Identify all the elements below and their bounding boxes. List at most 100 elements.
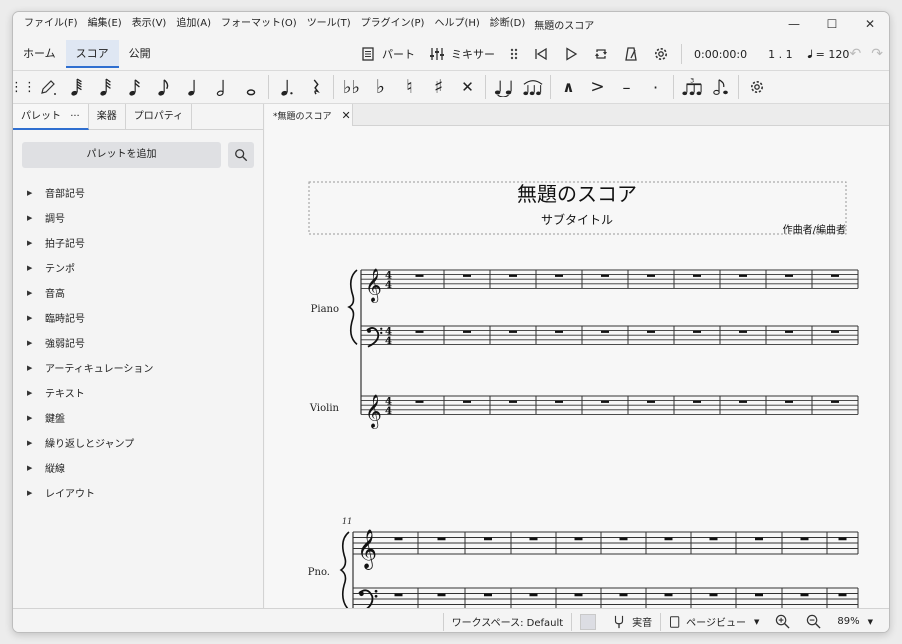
tuplet-icon[interactable]: 3 [677,72,706,102]
play-button[interactable] [556,38,586,70]
whole-rest [484,537,492,541]
palette-item[interactable]: ▶ 繰り返しとジャンプ [13,430,263,455]
close-tab-icon[interactable]: ✕ [342,109,351,122]
tab-properties[interactable]: プロパティ [126,104,193,130]
sharp-icon[interactable]: ♯ [424,72,453,102]
tab-home[interactable]: ホーム [13,40,66,68]
zoom-out-button[interactable] [798,609,829,633]
zoom-selector[interactable]: 89% ▼ [829,609,881,633]
32nd-note-icon[interactable] [91,72,120,102]
rewind-button[interactable] [526,38,556,70]
tab-palettes[interactable]: パレット ··· [13,104,89,130]
half-note-icon[interactable] [207,72,236,102]
flat-icon[interactable]: ♭ [366,72,395,102]
drag-handle-icon[interactable]: ⋮⋮ [13,72,36,102]
expand-arrow-icon[interactable]: ▶ [27,214,45,222]
score-canvas[interactable]: 無題のスコア サブタイトル 作曲者/編曲者 Piano Violin Pno. … [265,126,889,608]
expand-arrow-icon[interactable]: ▶ [27,314,45,322]
drag-handle-icon[interactable] [502,38,526,70]
instrument-short-name-piano[interactable]: Pno. [308,567,330,578]
mixer-button[interactable]: ミキサー [422,38,502,70]
minimize-icon[interactable]: — [775,12,813,36]
expand-arrow-icon[interactable]: ▶ [27,464,45,472]
redo-icon[interactable]: ↷ [871,46,883,62]
palette-item[interactable]: ▶ アーティキュレーション [13,355,263,380]
zoom-in-button[interactable] [767,609,798,633]
menu-tools[interactable]: ツール(T) [302,12,356,36]
expand-arrow-icon[interactable]: ▶ [27,489,45,497]
palette-item[interactable]: ▶ テンポ [13,255,263,280]
palette-item[interactable]: ▶ テキスト [13,380,263,405]
palette-item[interactable]: ▶ 鍵盤 [13,405,263,430]
menu-file[interactable]: ファイル(F) [19,12,83,36]
playback-settings-button[interactable] [646,38,676,70]
instrument-name-piano[interactable]: Piano [311,304,339,315]
metronome-button[interactable] [616,38,646,70]
concert-pitch-toggle[interactable]: 実音 [604,609,660,633]
score-title[interactable]: 無題のスコア [517,182,637,206]
slur-icon[interactable] [518,72,547,102]
expand-arrow-icon[interactable]: ▶ [27,414,45,422]
staccato-icon[interactable]: · [641,72,670,102]
tenuto-icon[interactable]: – [612,72,641,102]
expand-arrow-icon[interactable]: ▶ [27,239,45,247]
expand-arrow-icon[interactable]: ▶ [27,189,45,197]
flip-direction-icon[interactable] [706,72,735,102]
eighth-note-icon[interactable] [149,72,178,102]
palette-item[interactable]: ▶ 拍子記号 [13,230,263,255]
search-button[interactable] [228,142,254,168]
parts-button[interactable]: パート [353,38,422,70]
more-options-icon[interactable]: ··· [70,111,80,122]
instrument-name-violin[interactable]: Violin [309,403,340,414]
expand-arrow-icon[interactable]: ▶ [27,389,45,397]
whole-note-icon[interactable] [236,72,265,102]
measure-number[interactable]: 11 [342,517,352,526]
double-sharp-icon[interactable]: ✕ [453,72,482,102]
menu-diagnostic[interactable]: 診断(D) [485,12,531,36]
natural-icon[interactable]: ♮ [395,72,424,102]
score-composer[interactable]: 作曲者/編曲者 [783,223,846,236]
score-subtitle[interactable]: サブタイトル [541,212,613,227]
palette-item[interactable]: ▶ 音高 [13,280,263,305]
maximize-icon[interactable]: ☐ [813,12,851,36]
expand-arrow-icon[interactable]: ▶ [27,439,45,447]
palette-item[interactable]: ▶ 縦線 [13,455,263,480]
menu-help[interactable]: ヘルプ(H) [429,12,484,36]
tab-instruments[interactable]: 楽器 [89,104,126,130]
16th-note-icon[interactable] [120,72,149,102]
menu-format[interactable]: フォーマット(O) [216,12,302,36]
color-swatch[interactable] [572,609,604,633]
double-flat-icon[interactable]: ♭♭ [337,72,366,102]
palette-item[interactable]: ▶ レイアウト [13,480,263,505]
tab-score[interactable]: スコア [65,40,119,68]
document-tab[interactable]: *無題のスコア ✕ [265,104,353,126]
menu-add[interactable]: 追加(A) [171,12,216,36]
marcato-icon[interactable]: ∧ [554,72,583,102]
menu-plugins[interactable]: プラグイン(P) [356,12,430,36]
tab-publish[interactable]: 公開 [119,40,161,68]
palette-item[interactable]: ▶ 調号 [13,205,263,230]
menu-edit[interactable]: 編集(E) [83,12,127,36]
dotted-note-icon[interactable] [272,72,301,102]
expand-arrow-icon[interactable]: ▶ [27,339,45,347]
64th-note-icon[interactable] [62,72,91,102]
workspace-selector[interactable]: ワークスペース: Default [444,609,572,633]
note-input-pencil-icon[interactable] [33,72,62,102]
close-icon[interactable]: ✕ [851,12,889,36]
tie-icon[interactable] [489,72,518,102]
undo-icon[interactable]: ↶ [850,46,862,62]
palette-item[interactable]: ▶ 臨時記号 [13,305,263,330]
quarter-note-icon[interactable] [178,72,207,102]
note-input-settings-button[interactable] [742,72,771,102]
palette-item[interactable]: ▶ 音部記号 [13,180,263,205]
accent-icon[interactable]: > [583,72,612,102]
rest-icon[interactable] [301,72,330,102]
loop-button[interactable] [586,38,616,70]
expand-arrow-icon[interactable]: ▶ [27,364,45,372]
menu-view[interactable]: 表示(V) [127,12,172,36]
view-mode-selector[interactable]: ページビュー ▼ [661,609,767,633]
expand-arrow-icon[interactable]: ▶ [27,289,45,297]
expand-arrow-icon[interactable]: ▶ [27,264,45,272]
palette-item[interactable]: ▶ 強弱記号 [13,330,263,355]
add-palette-button[interactable]: パレットを追加 [22,142,221,168]
